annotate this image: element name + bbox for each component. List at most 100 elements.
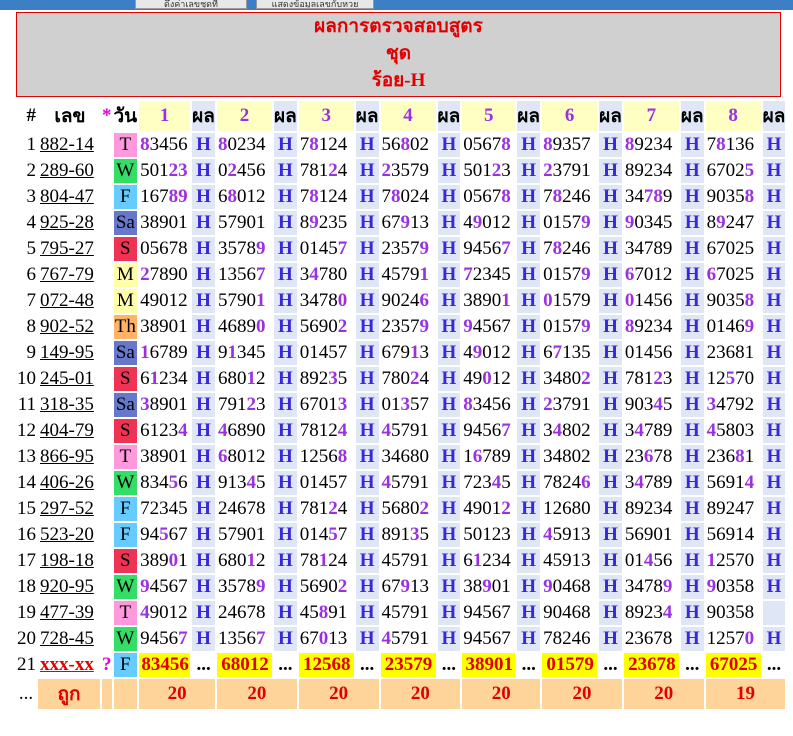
- set-value-cell: 34789: [623, 575, 679, 599]
- row-number-link[interactable]: 804-47: [38, 185, 100, 209]
- set-value-cell: 45803: [705, 419, 761, 443]
- digit: 4: [735, 212, 745, 233]
- digit: 7: [571, 264, 582, 285]
- result-mark: H: [599, 549, 622, 573]
- digit: 7: [400, 550, 411, 571]
- result-mark: H: [273, 523, 297, 547]
- digit: 2: [178, 290, 188, 311]
- digit: 3: [581, 524, 591, 545]
- result-mark: H: [355, 445, 379, 469]
- digit: 1: [246, 446, 256, 467]
- digit: 1: [634, 290, 644, 311]
- digit: 7: [159, 186, 169, 207]
- digit: 6: [643, 628, 654, 649]
- digit: 8: [178, 238, 188, 259]
- result-mark: H: [437, 367, 461, 391]
- set-value-cell: 27890: [139, 263, 191, 287]
- digit: 1: [178, 550, 188, 571]
- digit: 3: [149, 134, 160, 155]
- digit: 1: [482, 524, 492, 545]
- digit: 8: [168, 342, 179, 363]
- row-number-link[interactable]: 795-27: [38, 237, 100, 261]
- fetch-set-button[interactable]: ดึงค่าเลขชุดที่: [135, 0, 247, 9]
- row-number-link[interactable]: 920-95: [38, 575, 100, 599]
- digit: 5: [562, 264, 572, 285]
- digit: 6: [149, 342, 160, 363]
- digit: 9: [624, 394, 635, 415]
- digit: 8: [744, 186, 755, 207]
- row-number-link[interactable]: 318-35: [38, 393, 100, 417]
- digit: 3: [653, 134, 663, 155]
- result-mark: H: [437, 263, 461, 287]
- row-number-link[interactable]: 477-39: [38, 601, 100, 625]
- digit: 4: [337, 420, 348, 441]
- digit: 7: [463, 472, 473, 493]
- row-number-link[interactable]: 728-45: [38, 627, 100, 651]
- digit: 8: [706, 212, 717, 233]
- row-number-link[interactable]: 902-52: [38, 315, 100, 339]
- result-mark: H: [762, 133, 786, 157]
- row-number-link[interactable]: 866-95: [38, 445, 100, 469]
- row-number-link[interactable]: 925-28: [38, 211, 100, 235]
- digit: 9: [463, 420, 473, 441]
- show-data-button[interactable]: แสดงข้อมูลเลขกับหวย: [256, 0, 374, 9]
- digit: 7: [255, 264, 266, 285]
- result-mark: H: [192, 185, 215, 209]
- row-number-link[interactable]: 289-60: [38, 159, 100, 183]
- digit: 9: [744, 316, 755, 337]
- digit: 0: [391, 290, 401, 311]
- digit: 3: [140, 446, 150, 467]
- set-value-cell: 89135: [380, 523, 436, 547]
- row-number-link[interactable]: 245-01: [38, 367, 100, 391]
- digit: 3: [419, 212, 430, 233]
- row-number-link[interactable]: 406-26: [38, 471, 100, 495]
- row-number-link[interactable]: 767-79: [38, 263, 100, 287]
- row-number-link[interactable]: 404-79: [38, 419, 100, 443]
- digit: 4: [744, 472, 755, 493]
- digit: 9: [472, 342, 483, 363]
- digit: 0: [337, 264, 348, 285]
- digit: 5: [159, 576, 169, 597]
- set-value-cell: 12680: [542, 497, 598, 521]
- digit: 2: [410, 368, 420, 389]
- digit: 4: [491, 264, 502, 285]
- footer-row: ... ถูก 20 20 20 20 20 20 20 19: [16, 679, 786, 709]
- set-value-cell: 89235: [298, 211, 354, 235]
- digit: 0: [168, 394, 179, 415]
- digit: 4: [634, 420, 644, 441]
- result-mark: H: [762, 185, 786, 209]
- digit: 6: [543, 342, 553, 363]
- digit: 0: [159, 290, 169, 311]
- digit: 0: [725, 264, 736, 285]
- digit: 5: [735, 186, 745, 207]
- digit: 4: [735, 498, 745, 519]
- set-value-cell: 67913: [380, 211, 436, 235]
- digit: 9: [581, 212, 591, 233]
- digit: 2: [643, 316, 654, 337]
- digit: 2: [581, 420, 591, 441]
- set-value-cell: 34789: [623, 185, 679, 209]
- result-mark: H: [762, 523, 786, 547]
- digit: 7: [178, 576, 188, 597]
- row-number-link[interactable]: 072-48: [38, 289, 100, 313]
- digit: 6: [246, 264, 256, 285]
- digit: 8: [309, 186, 319, 207]
- set-value-cell: 94567: [139, 523, 191, 547]
- set-value-cell: 23579: [380, 315, 436, 339]
- set-value-cell: 49012: [462, 497, 516, 521]
- header-formula: ร้อย-H: [371, 70, 426, 91]
- row-number-link[interactable]: 882-14: [38, 133, 100, 157]
- row-number-link[interactable]: xxx-xx: [38, 653, 100, 677]
- digit: 6: [725, 342, 736, 363]
- row-number-link[interactable]: 297-52: [38, 497, 100, 521]
- row-number-link[interactable]: 198-18: [38, 549, 100, 573]
- set-value-cell: 78024: [380, 367, 436, 391]
- row-star-cell: [102, 133, 112, 157]
- set-value-cell: 23791: [542, 159, 598, 183]
- set-value-cell: 45791: [380, 471, 436, 495]
- digit: 3: [482, 472, 492, 493]
- col-set-header: 7: [623, 101, 679, 131]
- row-star-cell: [102, 341, 112, 365]
- row-number-link[interactable]: 149-95: [38, 341, 100, 365]
- row-number-link[interactable]: 523-20: [38, 523, 100, 547]
